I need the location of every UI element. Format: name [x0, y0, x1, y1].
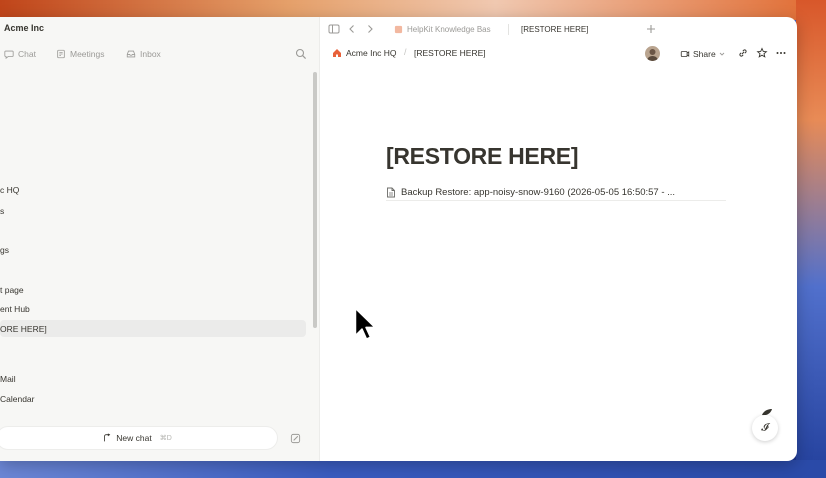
sidebar-item-docs[interactable]: s — [0, 206, 4, 216]
search-icon[interactable] — [295, 48, 307, 60]
sidebar-item-settings[interactable]: gs — [0, 245, 9, 255]
sidebar-item-first-page[interactable]: t page — [0, 285, 24, 295]
subpage-link[interactable]: Backup Restore: app-noisy-snow-9160 (202… — [386, 185, 726, 201]
more-options-icon[interactable] — [775, 47, 787, 59]
breadcrumb-page[interactable]: [RESTORE HERE] — [414, 48, 486, 58]
sidebar-item-acme-hq[interactable]: c HQ — [0, 185, 19, 195]
help-button[interactable]: 𝓘 — [752, 415, 778, 441]
breadcrumb-page-label: [RESTORE HERE] — [414, 48, 486, 58]
compose-icon — [290, 433, 300, 443]
workspace-name[interactable]: Acme Inc — [4, 23, 44, 33]
share-label: Share — [693, 49, 716, 59]
home-icon — [333, 49, 341, 57]
page-emoji-icon — [394, 25, 403, 33]
mouse-pointer-icon — [354, 307, 376, 340]
meetings-icon — [57, 49, 65, 59]
desktop-wallpaper-bottom — [0, 460, 826, 478]
app-window: Acme Inc Chat Meetings Inbox c HQ s gs t… — [0, 17, 797, 461]
nav-meetings[interactable]: Meetings — [56, 49, 105, 59]
page-title[interactable]: [RESTORE HERE] — [386, 143, 578, 170]
sidebar-toggle-icon[interactable] — [328, 23, 340, 35]
share-button[interactable]: Share — [675, 46, 730, 62]
new-chat-icon — [104, 433, 111, 442]
document-icon — [387, 187, 395, 198]
star-icon[interactable] — [756, 47, 768, 59]
help-glyph-icon: 𝓘 — [761, 421, 769, 434]
sidebar: Acme Inc Chat Meetings Inbox c HQ s gs t… — [0, 17, 320, 461]
breadcrumb-workspace-label: Acme Inc HQ — [346, 48, 397, 58]
page-topbar: Acme Inc HQ / [RESTORE HERE] Share — [320, 43, 797, 65]
sidebar-item-calendar[interactable]: Calendar — [0, 394, 35, 404]
tab-bar: HelpKit Knowledge Bas [RESTORE HERE] — [320, 17, 797, 43]
sidebar-item-mail[interactable]: Mail — [0, 374, 16, 384]
sidebar-nav: Chat Meetings Inbox — [0, 49, 320, 65]
chevron-down-icon — [719, 52, 725, 56]
subpage-link-label: Backup Restore: app-noisy-snow-9160 (202… — [401, 187, 676, 198]
nav-chat[interactable]: Chat — [4, 49, 36, 59]
new-chat-button[interactable]: New chat ⌘D — [0, 426, 278, 450]
share-icon — [680, 51, 690, 57]
link-icon[interactable] — [737, 47, 749, 59]
sidebar-item-restore-here[interactable]: ORE HERE] — [0, 320, 306, 337]
nav-meetings-label: Meetings — [70, 49, 105, 59]
forward-arrow-icon[interactable] — [364, 23, 376, 35]
nav-inbox[interactable]: Inbox — [126, 49, 161, 59]
sidebar-scrollbar[interactable] — [313, 72, 317, 328]
avatar[interactable] — [645, 46, 660, 61]
tab-restore-here[interactable]: [RESTORE HERE] — [521, 17, 621, 41]
tab-helpkit[interactable]: HelpKit Knowledge Bas — [394, 17, 502, 41]
tab-restore-here-label: [RESTORE HERE] — [521, 24, 589, 34]
new-tab-plus-icon[interactable] — [645, 23, 657, 35]
tab-helpkit-label: HelpKit Knowledge Bas — [407, 24, 491, 34]
breadcrumb-separator: / — [404, 47, 407, 57]
sidebar-item-content-hub[interactable]: ent Hub — [0, 304, 30, 314]
tab-separator — [508, 24, 509, 35]
inbox-icon — [126, 50, 136, 58]
breadcrumb-workspace[interactable]: Acme Inc HQ — [332, 48, 397, 58]
nav-chat-label: Chat — [18, 49, 36, 59]
user-avatar-icon — [647, 49, 658, 61]
new-chat-label: New chat — [116, 433, 152, 443]
chat-bubble-icon — [4, 50, 14, 59]
desktop-wallpaper-right — [796, 0, 826, 478]
back-arrow-icon[interactable] — [346, 23, 358, 35]
compose-button[interactable] — [286, 429, 304, 447]
new-chat-shortcut: ⌘D — [159, 435, 172, 442]
nav-inbox-label: Inbox — [140, 49, 161, 59]
